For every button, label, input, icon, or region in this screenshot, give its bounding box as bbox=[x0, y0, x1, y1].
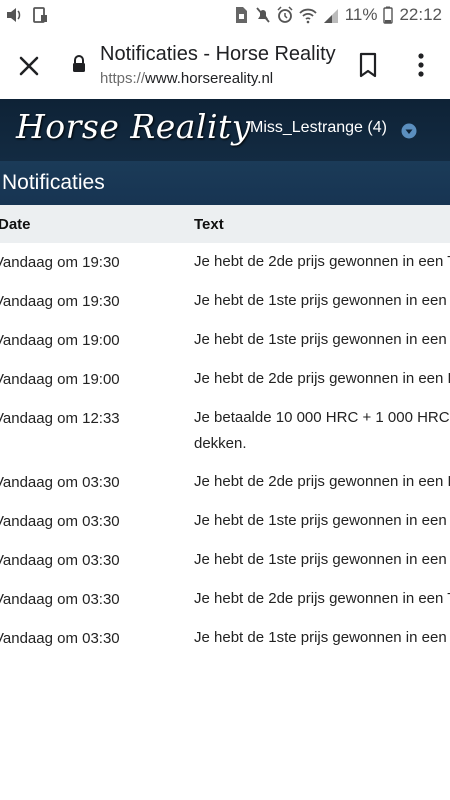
row-date: Vandaag om 03:30 bbox=[0, 552, 120, 569]
row-date: Vandaag om 03:30 bbox=[0, 591, 120, 608]
status-bar: 11% 22:12 bbox=[0, 0, 450, 32]
row-date: Vandaag om 19:00 bbox=[0, 332, 120, 349]
signal-icon bbox=[323, 9, 338, 23]
status-left-icons bbox=[6, 6, 48, 24]
row-text: Je hebt de 1ste prijs gewonnen in een bbox=[194, 512, 447, 529]
table-row: Vandaag om 03:30 Je hebt de 1ste prijs g… bbox=[0, 619, 450, 658]
row-date: Vandaag om 19:30 bbox=[0, 254, 120, 271]
column-header-text: Text bbox=[194, 216, 224, 233]
table-row: Vandaag om 19:00 Je hebt de 1ste prijs g… bbox=[0, 321, 450, 360]
close-icon[interactable] bbox=[16, 53, 42, 79]
page-title: Notificaties - Horse Reality bbox=[100, 43, 336, 65]
clock: 22:12 bbox=[399, 5, 442, 24]
row-date: Vandaag om 19:00 bbox=[0, 371, 120, 388]
row-date: Vandaag om 03:30 bbox=[0, 630, 120, 647]
site-header: Horse Reality Miss_Lestrange (4) bbox=[0, 99, 450, 161]
battery-icon bbox=[383, 6, 394, 24]
table-header: Date Text bbox=[0, 205, 450, 243]
more-menu-icon[interactable] bbox=[414, 52, 428, 78]
url-scheme: https:// bbox=[100, 70, 146, 87]
row-text: Je hebt de 1ste prijs gewonnen in een T bbox=[194, 551, 450, 568]
user-menu-label[interactable]: Miss_Lestrange (4) bbox=[250, 119, 387, 137]
table-row: Vandaag om 03:30 Je hebt de 2de prijs ge… bbox=[0, 580, 450, 619]
user-menu-chevron-down-icon[interactable] bbox=[401, 123, 417, 139]
table-row: Vandaag om 19:30 Je hebt de 2de prijs ge… bbox=[0, 243, 450, 282]
row-text: Je hebt de 2de prijs gewonnen in een T bbox=[194, 590, 450, 607]
url-display[interactable]: https://www.horsereality.nl bbox=[100, 70, 273, 87]
table-row: Vandaag om 19:00 Je hebt de 2de prijs ge… bbox=[0, 360, 450, 399]
url-host: www.horsereality.nl bbox=[145, 70, 274, 87]
site-logo[interactable]: Horse Reality bbox=[16, 107, 251, 146]
row-text: Je hebt de 1ste prijs gewonnen in een T bbox=[194, 292, 450, 309]
row-text: Je hebt de 1ste prijs gewonnen in een bbox=[194, 331, 447, 348]
row-text: Je hebt de 2de prijs gewonnen in een F bbox=[194, 370, 450, 387]
table-row: Vandaag om 03:30 Je hebt de 1ste prijs g… bbox=[0, 541, 450, 580]
table-row: Vandaag om 12:33 Je betaalde 10 000 HRC … bbox=[0, 399, 450, 463]
column-header-date: Date bbox=[0, 216, 31, 233]
wifi-icon bbox=[299, 8, 317, 24]
browser-toolbar: Notificaties - Horse Reality https://www… bbox=[0, 32, 450, 98]
row-date: Vandaag om 19:30 bbox=[0, 293, 120, 310]
table-row: Vandaag om 03:30 Je hebt de 2de prijs ge… bbox=[0, 463, 450, 502]
mute-icon bbox=[256, 7, 270, 23]
notification-list: Vandaag om 19:30 Je hebt de 2de prijs ge… bbox=[0, 243, 450, 658]
row-text: Je hebt de 2de prijs gewonnen in een T bbox=[194, 253, 450, 270]
page-heading-bar: Notificaties bbox=[0, 161, 450, 205]
battery-percent: 11% bbox=[344, 5, 378, 24]
row-text: Je hebt de 2de prijs gewonnen in een F bbox=[194, 473, 450, 490]
page-heading: Notificaties bbox=[2, 171, 105, 194]
row-date: Vandaag om 03:30 bbox=[0, 513, 120, 530]
volume-icon bbox=[7, 8, 21, 22]
sim-icon bbox=[235, 7, 247, 23]
row-text: Je betaalde 10 000 HRC + 1 000 HRC v dek… bbox=[194, 409, 450, 452]
screen-cast-icon bbox=[33, 7, 47, 23]
bookmark-icon[interactable] bbox=[358, 52, 378, 78]
table-row: Vandaag om 03:30 Je hebt de 1ste prijs g… bbox=[0, 502, 450, 541]
row-date: Vandaag om 12:33 bbox=[0, 410, 120, 427]
alarm-icon bbox=[277, 6, 293, 23]
lock-icon bbox=[73, 55, 85, 72]
row-text: Je hebt de 1ste prijs gewonnen in een bbox=[194, 629, 447, 646]
table-row: Vandaag om 19:30 Je hebt de 1ste prijs g… bbox=[0, 282, 450, 321]
status-right-icons: 11% 22:12 bbox=[233, 5, 442, 25]
row-date: Vandaag om 03:30 bbox=[0, 474, 120, 491]
